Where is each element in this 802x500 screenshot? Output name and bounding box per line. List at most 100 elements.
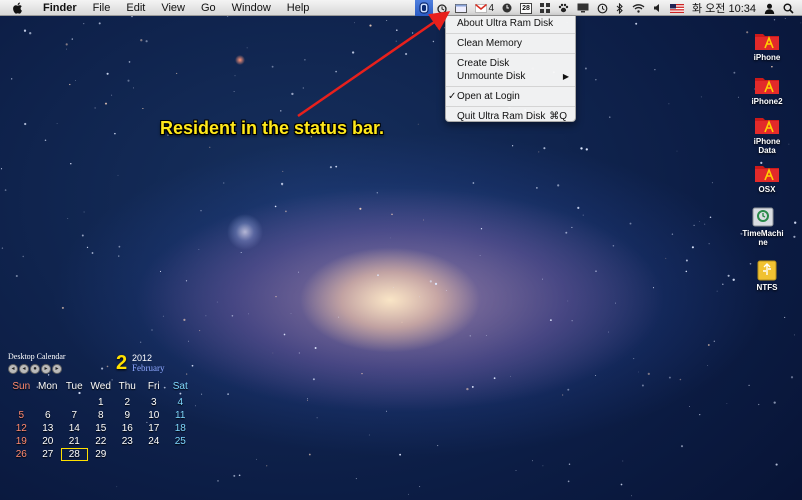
calendar-day-cell[interactable]: 19 bbox=[8, 435, 35, 448]
star bbox=[700, 96, 702, 98]
calendar-today-button[interactable]: ● bbox=[30, 364, 40, 374]
calendar-day-cell[interactable]: 29 bbox=[88, 448, 115, 461]
star bbox=[128, 61, 131, 63]
star bbox=[118, 245, 121, 248]
calendar-day-cell bbox=[114, 448, 141, 461]
calendar-day-cell[interactable]: 1 bbox=[88, 396, 115, 409]
calendar-day-cell[interactable]: 21 bbox=[61, 435, 88, 448]
spotlight-search-icon[interactable] bbox=[779, 0, 802, 16]
star bbox=[417, 123, 419, 125]
calendar-day-cell[interactable]: 4 bbox=[167, 396, 194, 409]
volume-status-icon[interactable] bbox=[649, 0, 666, 16]
star bbox=[635, 22, 638, 25]
screen-mirroring-status-icon[interactable] bbox=[573, 0, 593, 16]
paw-status-icon[interactable] bbox=[554, 0, 573, 16]
menu-help[interactable]: Help bbox=[279, 0, 318, 16]
apple-logo-icon[interactable] bbox=[11, 1, 25, 15]
menu-finder[interactable]: Finder bbox=[35, 0, 85, 16]
display-status-icon[interactable] bbox=[451, 0, 471, 16]
calendar-day-cell[interactable]: 15 bbox=[88, 422, 115, 435]
star bbox=[773, 401, 776, 404]
calendar-prev-button[interactable]: ◂ bbox=[19, 364, 29, 374]
star bbox=[298, 352, 301, 354]
calendar-day-cell[interactable]: 27 bbox=[35, 448, 62, 461]
calendar-day-cell[interactable]: 2 bbox=[114, 396, 141, 409]
star bbox=[511, 145, 514, 147]
calendar-last-button[interactable]: ▸ bbox=[52, 364, 62, 374]
wifi-status-icon[interactable] bbox=[628, 0, 649, 16]
star bbox=[106, 72, 109, 75]
star bbox=[716, 290, 718, 292]
calendar-day-cell[interactable]: 5 bbox=[8, 409, 35, 422]
star bbox=[369, 24, 372, 27]
menu-item-about[interactable]: About Ultra Ram Disk bbox=[446, 17, 575, 30]
calendar-day-cell[interactable]: 3 bbox=[141, 396, 168, 409]
calendar-day-cell[interactable]: 11 bbox=[167, 409, 194, 422]
calendar-day-cell[interactable]: 24 bbox=[141, 435, 168, 448]
time-machine-backup-status-icon[interactable] bbox=[433, 0, 451, 16]
menu-item-quit[interactable]: Quit Ultra Ram Disk ⌘Q bbox=[446, 110, 575, 123]
desktop-icon-iphone2[interactable]: iPhone2 bbox=[742, 72, 792, 106]
menu-item-unmount-disk[interactable]: Unmounte Disk ▶ bbox=[446, 70, 575, 83]
bluetooth-status-icon[interactable] bbox=[612, 0, 628, 16]
calendar-next-button[interactable]: ▸ bbox=[41, 364, 51, 374]
calendar-day-cell[interactable]: 20 bbox=[35, 435, 62, 448]
calendar-day-cell[interactable]: 18 bbox=[167, 422, 194, 435]
calendar-day-cell[interactable]: 6 bbox=[35, 409, 62, 422]
menu-window[interactable]: Window bbox=[224, 0, 279, 16]
red-folder-icon bbox=[755, 78, 779, 94]
callout-text: Resident in the status bar. bbox=[160, 118, 385, 138]
desktop-icon-timemachine[interactable]: TimeMachine bbox=[738, 204, 788, 247]
desktop-icon-osx[interactable]: OSX bbox=[742, 160, 792, 194]
clock-text[interactable]: 화 오전 10:34 bbox=[688, 0, 760, 16]
star bbox=[568, 463, 571, 465]
star bbox=[608, 331, 610, 333]
calendar-first-button[interactable]: ◂ bbox=[8, 364, 18, 374]
clock-app-status-icon[interactable] bbox=[498, 0, 516, 16]
calendar-day-cell[interactable]: 25 bbox=[167, 435, 194, 448]
star bbox=[668, 103, 670, 105]
star bbox=[631, 495, 632, 497]
user-status-icon[interactable] bbox=[760, 0, 779, 16]
star bbox=[275, 295, 277, 298]
desktop-icon-iphone[interactable]: iPhone bbox=[742, 28, 792, 62]
activity-status-icon[interactable] bbox=[536, 0, 554, 16]
calendar-day-cell[interactable]: 9 bbox=[114, 409, 141, 422]
weekday-label: Thu bbox=[118, 381, 136, 392]
gmail-notifier-status-icon[interactable]: 4 bbox=[471, 0, 498, 16]
menu-item-create-disk[interactable]: Create Disk bbox=[446, 57, 575, 70]
calendar-status-icon[interactable]: 28 bbox=[516, 0, 536, 16]
star bbox=[395, 40, 397, 42]
calendar-day-cell[interactable]: 14 bbox=[61, 422, 88, 435]
desktop-icon-ntfs[interactable]: NTFS bbox=[742, 258, 792, 292]
calendar-day-cell[interactable]: 16 bbox=[114, 422, 141, 435]
calendar-day-cell[interactable]: 8 bbox=[88, 409, 115, 422]
calendar-day-cell[interactable]: 13 bbox=[35, 422, 62, 435]
desktop-icon-label: NTFS bbox=[756, 283, 778, 292]
desktop-icon-iphone-data[interactable]: iPhone Data bbox=[742, 112, 792, 155]
grid-icon bbox=[540, 3, 550, 13]
calendar-day-cell[interactable]: 23 bbox=[114, 435, 141, 448]
menu-item-open-at-login[interactable]: ✓ Open at Login bbox=[446, 90, 575, 103]
calendar-day-cell[interactable]: 26 bbox=[8, 448, 35, 461]
star bbox=[290, 313, 292, 314]
calendar-year: 2012 bbox=[132, 353, 153, 363]
calendar-today-cell[interactable]: 28 bbox=[61, 448, 88, 461]
menu-edit[interactable]: Edit bbox=[118, 0, 153, 16]
menu-view[interactable]: View bbox=[153, 0, 193, 16]
menu-item-clean-memory[interactable]: Clean Memory bbox=[446, 37, 575, 50]
calendar-day-cell[interactable]: 12 bbox=[8, 422, 35, 435]
star bbox=[727, 274, 730, 277]
calendar-day-cell[interactable]: 17 bbox=[141, 422, 168, 435]
time-machine-status-icon[interactable] bbox=[593, 0, 612, 16]
calendar-day-cell[interactable]: 22 bbox=[88, 435, 115, 448]
calendar-day-cell[interactable]: 7 bbox=[61, 409, 88, 422]
menu-go[interactable]: Go bbox=[193, 0, 224, 16]
input-source-status-icon[interactable] bbox=[666, 0, 688, 16]
star bbox=[216, 301, 218, 303]
star bbox=[641, 384, 644, 387]
star bbox=[69, 83, 71, 86]
menu-file[interactable]: File bbox=[85, 0, 119, 16]
ultra-ram-disk-status-icon[interactable] bbox=[415, 0, 434, 16]
calendar-day-cell[interactable]: 10 bbox=[141, 409, 168, 422]
